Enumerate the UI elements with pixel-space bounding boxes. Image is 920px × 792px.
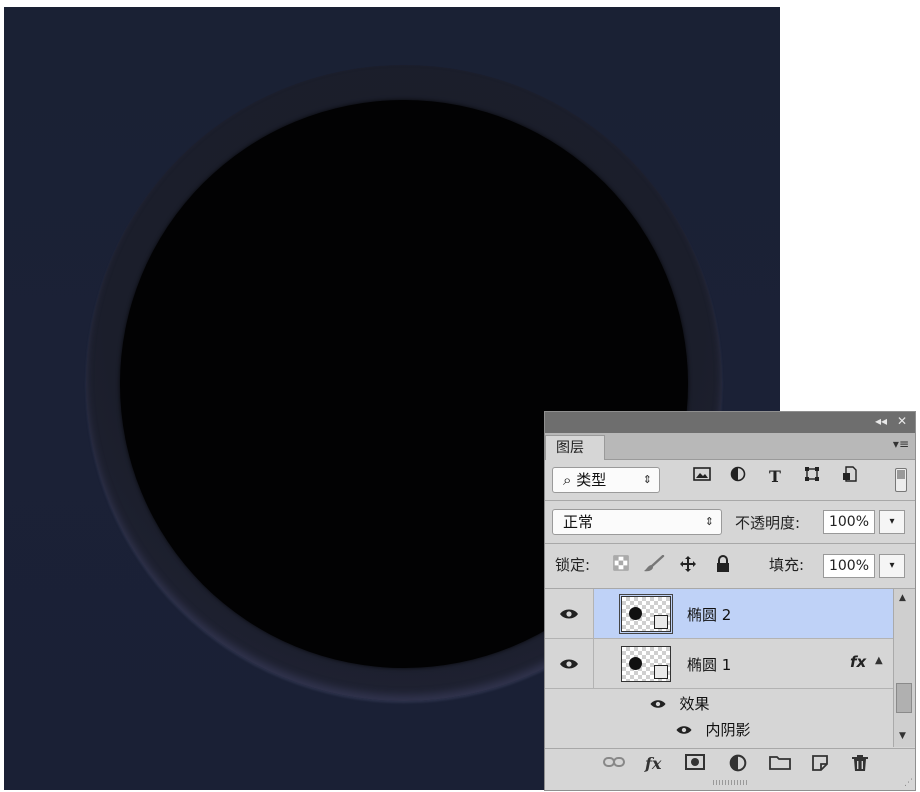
divider [545,500,915,501]
new-adjustment-layer-icon[interactable] [729,754,747,776]
visibility-toggle[interactable] [545,589,594,638]
opacity-label: 不透明度: [735,514,801,532]
shape-layer-icon [654,665,668,679]
layer-thumbnail[interactable] [621,646,671,682]
layers-list: 椭圆 2 椭圆 1 fx ▲ 效果 内阴影 [545,589,893,747]
opacity-input[interactable]: 100% [823,510,875,534]
layer-style-fx-icon[interactable]: fx [645,754,661,773]
layer-thumbnail[interactable] [619,594,673,634]
eye-icon[interactable] [559,655,579,674]
divider [545,543,915,544]
eye-icon[interactable] [649,697,671,713]
layers-panel: ◂◂ ✕ 图层 ▾≡ ⌕ 类型 ⇕ T 正常 ⇕ 不透明度: 100% ▾ 锁定… [544,411,916,791]
new-group-folder-icon[interactable] [769,754,791,774]
layer-name[interactable]: 椭圆 1 [687,654,731,675]
select-arrows-icon: ⇕ [642,473,652,486]
effects-group-row[interactable]: 效果 [649,693,709,717]
lock-transparent-pixels-icon[interactable] [613,555,629,575]
panel-menu-icon[interactable]: ▾≡ [893,437,909,451]
opacity-dropdown-button[interactable]: ▾ [879,510,905,534]
inner-shadow-effect-row[interactable]: 内阴影 [675,719,750,743]
visibility-toggle[interactable] [545,639,594,688]
fill-dropdown-button[interactable]: ▾ [879,554,905,578]
shape-filter-icon[interactable] [801,466,823,488]
new-layer-icon[interactable] [811,754,829,776]
ellipse-thumbnail-dot [629,657,642,670]
lock-label: 锁定: [555,556,591,574]
blend-mode-value: 正常 [563,513,594,531]
ellipse-thumbnail-dot [629,607,642,620]
inner-shadow-label: 内阴影 [705,721,751,739]
layers-scrollbar[interactable]: ▲ ▼ [893,589,915,747]
panel-resize-grip[interactable] [713,780,749,785]
type-filter-icon[interactable]: T [764,466,786,488]
filter-kind-select[interactable]: ⌕ 类型 ⇕ [552,467,660,493]
fill-input[interactable]: 100% [823,554,875,578]
adjustment-filter-icon[interactable] [727,466,749,488]
panel-tab-strip: 图层 ▾≡ [545,433,915,460]
panel-footer-toolbar: fx [545,748,915,779]
tab-layers[interactable]: 图层 [545,435,605,460]
layer-name[interactable]: 椭圆 2 [687,604,731,625]
lock-image-pixels-brush-icon[interactable] [643,554,665,577]
effects-label: 效果 [679,695,710,713]
collapse-icon[interactable]: ◂◂ [875,414,887,428]
lock-position-move-icon[interactable] [679,555,697,577]
collapse-effects-arrow-icon[interactable]: ▲ [875,655,883,666]
fx-badge-icon[interactable]: fx [850,653,866,671]
scroll-down-arrow-icon[interactable]: ▼ [899,731,906,741]
link-layers-icon[interactable] [603,754,625,773]
fill-label: 填充: [769,556,805,574]
delete-layer-trash-icon[interactable] [851,754,869,776]
scroll-thumb[interactable] [896,683,912,713]
close-icon[interactable]: ✕ [897,414,907,428]
smart-object-filter-icon[interactable] [839,466,861,488]
lock-all-icon[interactable] [715,555,731,577]
add-mask-icon[interactable] [685,754,705,774]
select-arrows-icon: ⇕ [704,515,714,528]
filter-toggle-switch[interactable] [895,468,907,492]
eye-icon[interactable] [559,605,579,624]
scroll-up-arrow-icon[interactable]: ▲ [899,593,906,603]
filter-kind-label: 类型 [576,471,607,489]
resize-corner-icon[interactable]: ⋰ [904,778,913,788]
shape-layer-icon [654,615,668,629]
search-icon: ⌕ [563,471,572,489]
layer-row-ellipse-1[interactable]: 椭圆 1 fx ▲ [545,639,893,689]
panel-title-bar[interactable]: ◂◂ ✕ [545,412,915,433]
eye-icon[interactable] [675,723,697,739]
image-filter-icon[interactable] [691,466,713,488]
blend-mode-select[interactable]: 正常 ⇕ [552,509,722,535]
layer-row-ellipse-2[interactable]: 椭圆 2 [545,589,893,639]
